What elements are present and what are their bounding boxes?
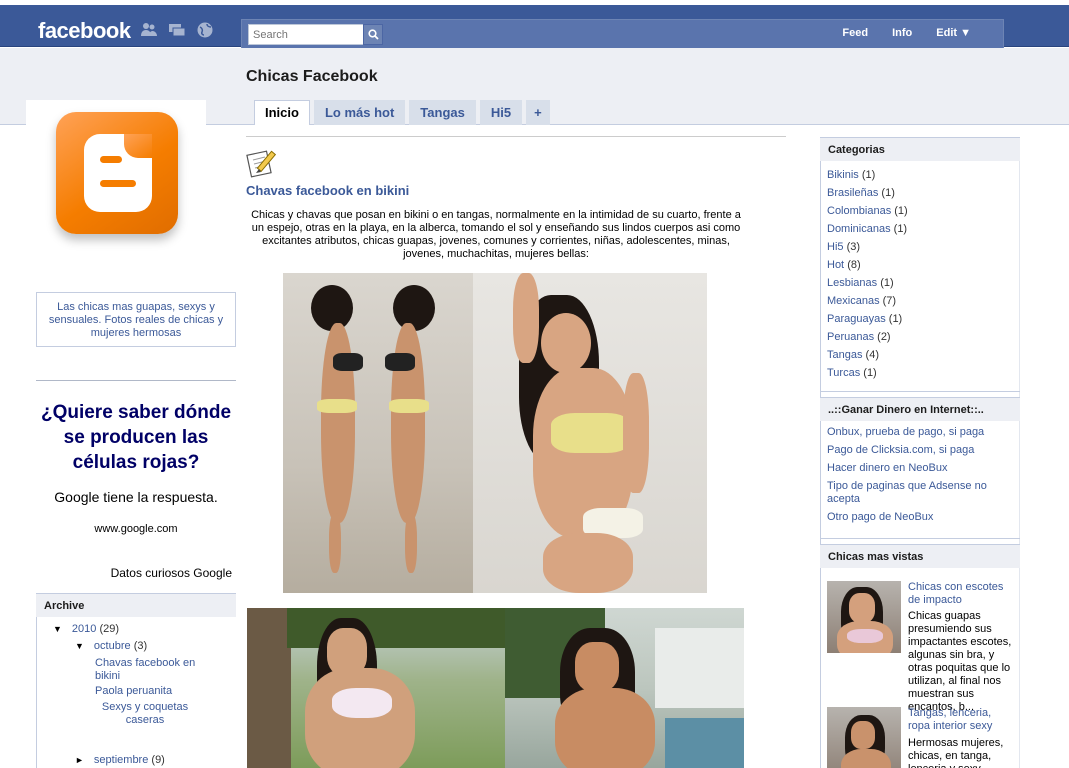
blog-title[interactable]: Chicas Facebook xyxy=(246,68,378,86)
left-divider xyxy=(36,380,236,381)
expand-triangle-icon[interactable]: ▼ xyxy=(53,624,62,634)
tab-tangas[interactable]: Tangas xyxy=(409,100,476,125)
ad-title[interactable]: ¿Quiere saber dónde se producen las célu… xyxy=(36,400,236,475)
post-photo[interactable] xyxy=(283,273,473,593)
category-link[interactable]: Colombianas (1) xyxy=(827,202,908,220)
category-link[interactable]: Brasileñas (1) xyxy=(827,184,908,202)
post-photo[interactable] xyxy=(505,608,744,768)
ad-footer-link[interactable]: Datos curiosos Google xyxy=(36,566,232,580)
search-button[interactable] xyxy=(363,24,383,45)
category-link[interactable]: Hi5 (3) xyxy=(827,238,908,256)
category-link[interactable]: Bikinis (1) xyxy=(827,166,908,184)
category-link[interactable]: Dominicanas (1) xyxy=(827,220,908,238)
notepad-pencil-icon xyxy=(246,147,280,178)
blog-description: Las chicas mas guapas, sexys y sensuales… xyxy=(36,292,236,347)
google-ad[interactable]: ¿Quiere saber dónde se producen las célu… xyxy=(36,400,236,535)
ad-text: Google tiene la respuesta. xyxy=(54,489,218,505)
facebook-logo[interactable]: facebook xyxy=(38,18,131,44)
popular-thumbnail[interactable] xyxy=(827,581,901,653)
category-link[interactable]: Peruanas (2) xyxy=(827,328,908,346)
archive-post[interactable]: Chavas facebook en bikini xyxy=(95,657,215,683)
category-link[interactable]: Lesbianas (1) xyxy=(827,274,908,292)
post-photo[interactable] xyxy=(247,608,505,768)
tab-inicio[interactable]: Inicio xyxy=(254,100,310,125)
top-bar: facebook Feed Info Edit ▼ xyxy=(0,5,1069,49)
popular-heading: Chicas mas vistas xyxy=(820,544,1020,568)
popular-post-excerpt: Chicas guapas presumiendo sus impactante… xyxy=(908,610,1013,714)
popular-post-excerpt: Hermosas mujeres, chicas, en tanga, lenc… xyxy=(908,737,1004,768)
money-link[interactable]: Otro pago de NeoBux xyxy=(827,511,1012,524)
post-photo[interactable] xyxy=(473,273,707,593)
archive-month[interactable]: ► septiembre (9) xyxy=(75,754,165,766)
category-link[interactable]: Paraguayas (1) xyxy=(827,310,908,328)
popular-post-title[interactable]: Tangas, lenceria, ropa interior sexy xyxy=(908,707,1013,733)
search-input[interactable] xyxy=(248,24,364,45)
post-body: Chicas y chavas que posan en bikini o en… xyxy=(251,209,741,260)
archive-post[interactable]: Paola peruanita xyxy=(95,685,172,697)
profile-picture[interactable] xyxy=(26,100,206,290)
popular-post: Chicas con escotes de impacto Chicas gua… xyxy=(827,581,1015,713)
top-nav: Feed Info Edit ▼ xyxy=(830,27,983,39)
tab-bar: Inicio Lo más hot Tangas Hi5 + xyxy=(254,100,550,125)
archive-post[interactable]: Sexys y coquetas caseras xyxy=(95,701,195,727)
category-link[interactable]: Hot (8) xyxy=(827,256,908,274)
search-bar: Feed Info Edit ▼ xyxy=(241,19,1004,49)
add-tab-button[interactable]: + xyxy=(526,100,550,125)
messages-icon[interactable] xyxy=(168,21,186,39)
top-icons xyxy=(140,21,214,39)
popular-post: Tangas, lenceria, ropa interior sexy Her… xyxy=(827,707,1015,768)
popular-thumbnail[interactable] xyxy=(827,707,901,768)
popular-post-text: Chicas guapas presumiendo sus impactante… xyxy=(908,610,1012,713)
globe-icon[interactable] xyxy=(196,21,214,39)
blogger-logo-icon xyxy=(56,112,178,234)
nav-edit[interactable]: Edit ▼ xyxy=(924,27,983,39)
tab-hi5[interactable]: Hi5 xyxy=(479,100,523,125)
collapse-triangle-icon[interactable]: ► xyxy=(75,755,84,765)
archive-list: ▼ 2010 (29) ▼ octubre (3) Chavas facebook … xyxy=(36,617,236,768)
money-link[interactable]: Onbux, prueba de pago, si paga xyxy=(827,426,1012,439)
category-link[interactable]: Tangas (4) xyxy=(827,346,908,364)
money-heading: ..::Ganar Dinero en Internet::.. xyxy=(820,397,1020,421)
money-link[interactable]: Tipo de paginas que Adsense no acepta xyxy=(827,480,1012,506)
money-link[interactable]: Pago de Clicksia.com, si paga xyxy=(827,444,1012,457)
categories-list: Bikinis (1) Brasileñas (1) Colombianas (… xyxy=(827,166,908,382)
sidebar-divider xyxy=(820,391,1020,392)
archive-month[interactable]: ▼ octubre (3) xyxy=(75,640,147,652)
expand-triangle-icon[interactable]: ▼ xyxy=(75,641,84,651)
tab-lo-mas-hot[interactable]: Lo más hot xyxy=(313,100,406,125)
money-links-list: Onbux, prueba de pago, si paga Pago de C… xyxy=(827,426,1012,529)
archive-year[interactable]: ▼ 2010 (29) xyxy=(53,623,119,635)
post-title[interactable]: Chavas facebook en bikini xyxy=(246,183,409,198)
content-divider xyxy=(246,136,786,137)
nav-feed[interactable]: Feed xyxy=(830,27,880,39)
archive-heading: Archive xyxy=(36,593,236,617)
category-link[interactable]: Mexicanas (7) xyxy=(827,292,908,310)
sidebar-divider xyxy=(820,538,1020,539)
nav-info[interactable]: Info xyxy=(880,27,924,39)
search-icon xyxy=(367,29,379,40)
ad-url[interactable]: www.google.com xyxy=(36,523,236,535)
categories-heading: Categorias xyxy=(820,137,1020,161)
category-link[interactable]: Turcas (1) xyxy=(827,364,908,382)
popular-post-title[interactable]: Chicas con escotes de impacto xyxy=(908,581,1013,607)
friends-icon[interactable] xyxy=(140,21,158,39)
money-link[interactable]: Hacer dinero en NeoBux xyxy=(827,462,1012,475)
